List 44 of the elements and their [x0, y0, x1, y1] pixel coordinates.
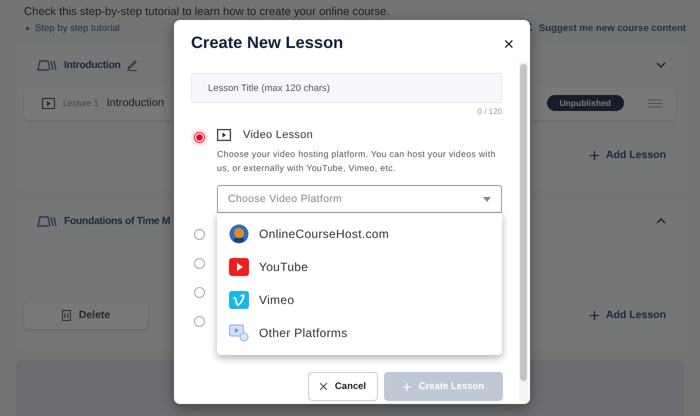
drag-handle-icon[interactable] [648, 98, 662, 108]
vimeo-icon [229, 290, 249, 308]
menu-item[interactable]: Other Platforms [217, 316, 502, 349]
video-icon [42, 98, 55, 108]
platform-select[interactable]: Choose Video Platform [217, 185, 502, 213]
radio-button[interactable] [194, 258, 205, 269]
section-icon [36, 60, 58, 70]
lesson-title-field[interactable]: Lesson Title (max 120 chars) [191, 73, 502, 103]
chevron-down-icon[interactable] [656, 62, 666, 68]
cancel-button[interactable]: Cancel [308, 372, 378, 401]
radio-button[interactable] [194, 316, 205, 327]
plus-icon [590, 150, 599, 160]
intro-text: Check this step-by-step tutorial to learn how to create your online course. [23, 6, 390, 18]
close-button[interactable]: × [503, 34, 514, 52]
section-title: Introduction [64, 60, 120, 70]
menu-item[interactable]: OnlineCourseHost.com [217, 217, 502, 250]
menu-item[interactable]: Vimeo [217, 283, 502, 316]
chevron-up-icon[interactable] [656, 218, 666, 224]
character-counter: 0 / 120 [476, 107, 502, 116]
mascot-logo-icon [229, 224, 249, 244]
plus-icon [402, 382, 411, 390]
lesson-type-label: Video Lesson [243, 129, 314, 141]
video-icon [217, 129, 231, 141]
lesson-type-description: Choose your video hosting platform. You can host your videos with us, or externally with YouTube, Vimeo, etc. [217, 148, 497, 175]
radio-button[interactable] [194, 132, 205, 143]
dialog-title: Create New Lesson [191, 34, 344, 53]
add-lesson-button[interactable]: Add Lesson [584, 308, 672, 322]
section-title: Foundations of Time M [64, 216, 170, 226]
radio-button[interactable] [194, 229, 205, 240]
video-settings-icon [229, 324, 249, 342]
youtube-icon [229, 258, 249, 276]
radio-button[interactable] [194, 287, 205, 298]
edit-icon[interactable] [126, 59, 138, 71]
tutorial-link[interactable]: Step by step tutorial [26, 22, 120, 34]
delete-button[interactable]: Delete [24, 301, 148, 329]
status-badge: Unpublished [546, 95, 624, 111]
lecture-title: Introduction [106, 97, 164, 109]
plus-icon [590, 310, 599, 320]
trash-icon [62, 310, 71, 320]
menu-item[interactable]: YouTube [217, 250, 502, 283]
add-lesson-button[interactable]: Add Lesson [584, 148, 672, 162]
section-icon [36, 216, 58, 226]
scrollbar[interactable] [519, 62, 528, 402]
close-icon [320, 383, 327, 390]
